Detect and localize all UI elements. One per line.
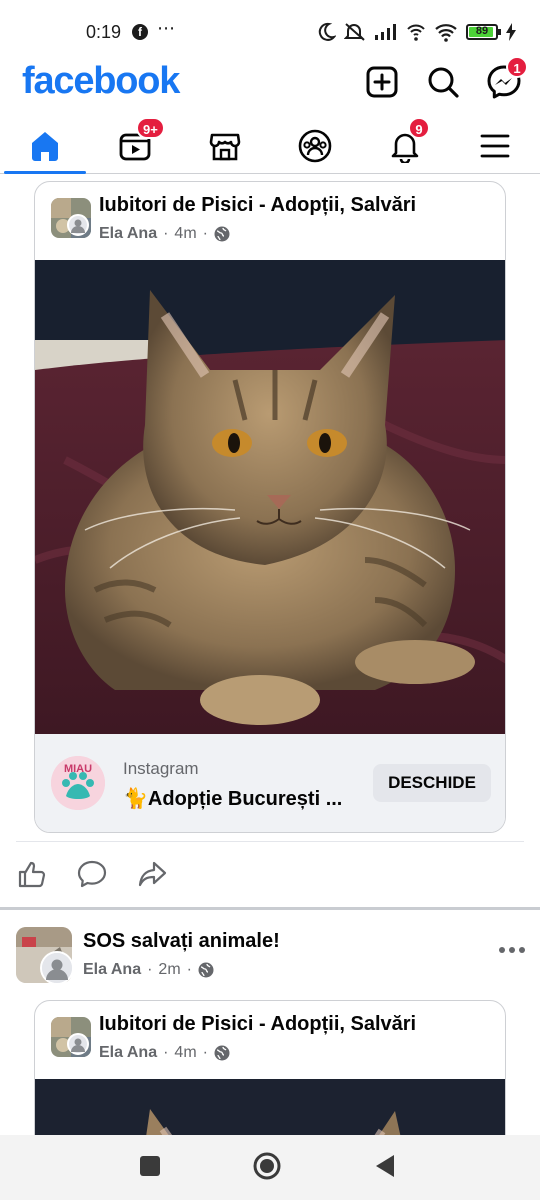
meta-dot: · <box>186 961 192 978</box>
meta-dot: · <box>202 1044 208 1061</box>
author-name[interactable]: Ela Ana <box>99 225 157 243</box>
meta-dot: · <box>202 225 208 242</box>
page-name[interactable]: SOS salvați animale! <box>83 930 280 953</box>
messenger-badge: 1 <box>506 56 528 78</box>
battery-level: 89 <box>475 25 489 37</box>
more-options-button[interactable] <box>498 935 526 961</box>
hotspot-icon <box>407 24 425 41</box>
app-header: facebook 1 <box>0 56 540 106</box>
author-avatar[interactable] <box>40 951 74 985</box>
globe-icon <box>214 1045 230 1061</box>
notifications-badge: 9 <box>408 117 430 139</box>
shared-post-card[interactable]: Iubitori de Pisici - Adopții, Salvări El… <box>34 181 506 833</box>
facebook-logo[interactable]: facebook <box>22 60 180 103</box>
author-name[interactable]: Ela Ana <box>83 961 141 979</box>
battery-icon: 89 <box>466 24 501 40</box>
group-name[interactable]: Iubitori de Pisici - Adopții, Salvări <box>99 194 416 217</box>
nav-recents-button[interactable] <box>135 1151 165 1181</box>
like-icon <box>18 861 46 888</box>
news-feed[interactable]: Iubitori de Pisici - Adopții, Salvări El… <box>0 175 540 1135</box>
post-time[interactable]: 2m <box>158 961 180 979</box>
charging-icon <box>506 23 516 41</box>
tab-marketplace[interactable] <box>180 118 270 173</box>
status-time: 0:19 <box>86 22 122 42</box>
meta-dot: · <box>163 1044 169 1061</box>
link-title[interactable]: 🐈Adopție București ... <box>123 786 342 811</box>
create-post-button[interactable] <box>362 62 402 102</box>
meta-dot: · <box>163 225 169 242</box>
do-not-disturb-icon <box>318 22 336 41</box>
nav-back-icon <box>376 1155 394 1177</box>
mute-icon <box>344 23 365 41</box>
svg-text:MIAU: MIAU <box>64 763 92 775</box>
post-time[interactable]: 4m <box>174 1044 196 1062</box>
nav-home-button[interactable] <box>252 1151 282 1181</box>
video-badge: 9+ <box>136 117 165 139</box>
comment-icon <box>77 860 107 888</box>
share-button[interactable] <box>136 858 168 890</box>
marketplace-icon <box>209 133 241 160</box>
messenger-button[interactable]: 1 <box>484 56 528 102</box>
status-icons: 89 <box>316 20 516 44</box>
cat-photo[interactable] <box>35 1079 505 1135</box>
wifi-icon <box>435 24 457 42</box>
nav-back-button[interactable] <box>370 1151 400 1181</box>
group-name[interactable]: Iubitori de Pisici - Adopții, Salvări <box>99 1013 416 1036</box>
globe-icon <box>198 962 214 978</box>
author-avatar[interactable] <box>67 1033 89 1055</box>
comment-button[interactable] <box>76 858 108 890</box>
active-tab-indicator <box>4 171 86 174</box>
home-icon <box>32 131 58 161</box>
nav-home-icon <box>253 1152 281 1180</box>
tab-notifications[interactable]: 9 <box>360 117 450 173</box>
post-time[interactable]: 4m <box>174 225 196 243</box>
tab-menu[interactable] <box>450 118 540 173</box>
nav-recents-icon <box>140 1156 160 1176</box>
post-meta: Ela Ana · 4m · <box>99 1044 230 1062</box>
globe-icon <box>214 226 230 242</box>
facebook-notification-icon: f <box>132 24 148 40</box>
author-name[interactable]: Ela Ana <box>99 1044 157 1062</box>
author-avatar[interactable] <box>67 214 89 236</box>
tab-video[interactable]: 9+ <box>90 117 180 173</box>
post-meta: Ela Ana · 4m · <box>99 225 230 243</box>
open-link-button[interactable]: DESCHIDE <box>373 764 491 802</box>
tab-home[interactable] <box>0 118 90 174</box>
post-separator <box>0 907 540 910</box>
menu-icon <box>480 134 510 157</box>
tab-bar: 9+ 9 <box>0 117 540 174</box>
shared-post-card[interactable]: Iubitori de Pisici - Adopții, Salvări El… <box>34 1000 506 1135</box>
search-icon <box>428 67 459 98</box>
meta-dot: · <box>147 961 153 978</box>
tab-groups[interactable] <box>270 118 360 173</box>
groups-icon <box>298 129 332 162</box>
more-icon <box>499 947 525 953</box>
like-button[interactable] <box>16 858 48 890</box>
post-actions <box>16 841 524 911</box>
post-meta: Ela Ana · 2m · <box>83 961 214 979</box>
share-icon <box>138 861 167 887</box>
link-source: Instagram <box>123 759 199 778</box>
create-post-icon <box>366 66 398 98</box>
cat-photo[interactable] <box>35 260 505 734</box>
link-preview[interactable]: MIAU Instagram 🐈Adopție București ... DE… <box>35 734 505 832</box>
more-notifications-icon: ⋯ <box>157 18 176 38</box>
status-bar: 0:19 f ⋯ 89 <box>0 0 540 62</box>
signal-icon <box>375 24 396 40</box>
miau-logo: MIAU <box>51 756 105 810</box>
search-button[interactable] <box>423 62 463 102</box>
system-nav-bar <box>0 1135 540 1200</box>
